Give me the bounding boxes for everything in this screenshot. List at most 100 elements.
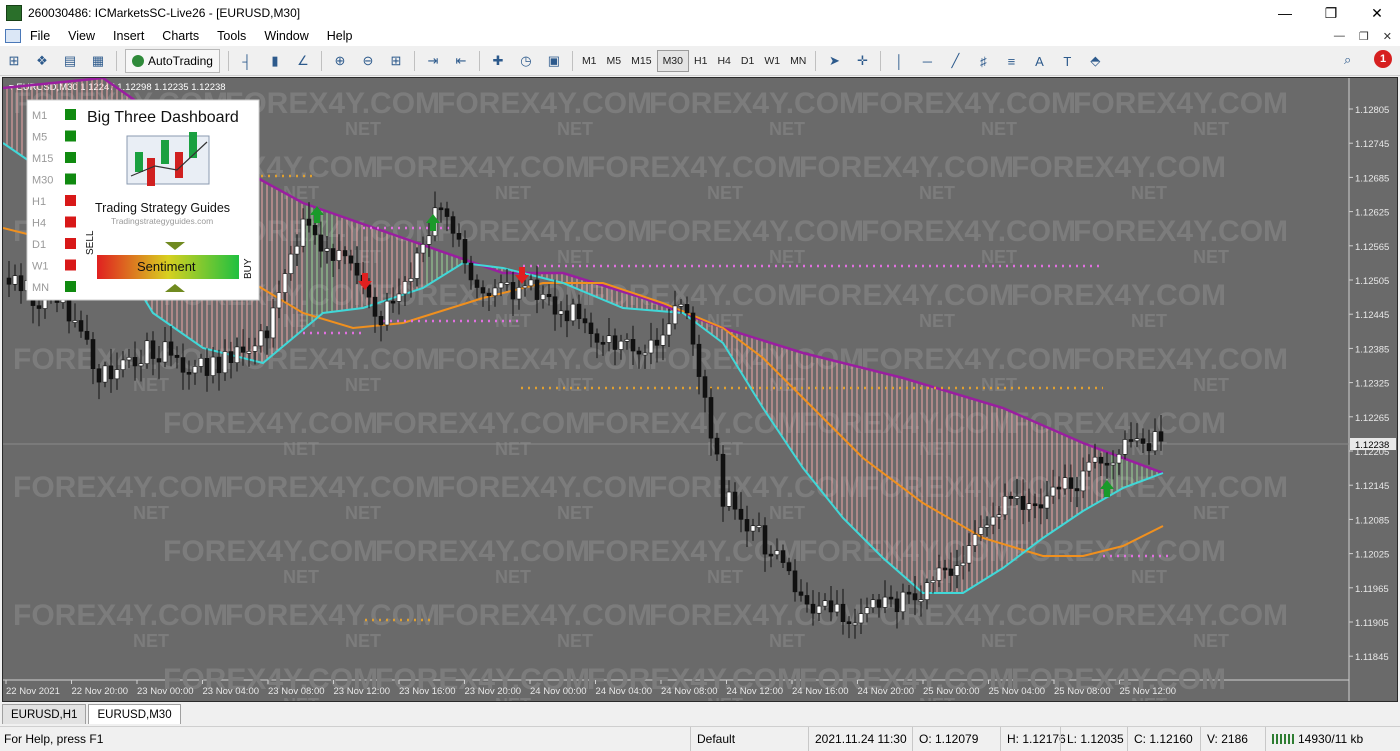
horizontal-line-icon[interactable]: ─: [916, 50, 938, 72]
bearish-candle: [894, 598, 900, 613]
time-tick-label: 25 Nov 00:00: [923, 686, 980, 697]
bearish-candle: [804, 595, 810, 605]
watermark-subtext: NET: [919, 311, 955, 331]
timeframe-h1[interactable]: H1: [689, 51, 712, 71]
price-chart[interactable]: FOREX4Y.COMNETFOREX4Y.COMNETFOREX4Y.COMN…: [3, 78, 1397, 701]
bullish-candle: [996, 514, 1002, 518]
buy-label: BUY: [243, 258, 254, 279]
price-tick-label: 1.12685: [1355, 173, 1389, 184]
watermark-subtext: NET: [1193, 375, 1229, 395]
zoom-in-icon[interactable]: ⊕: [329, 50, 351, 72]
dashboard-timeframe-label: H4: [32, 218, 46, 230]
bullish-candle: [144, 340, 150, 364]
status-open: O: 1.12079: [912, 727, 978, 751]
dashboard-signal-square: [65, 195, 76, 206]
close-button[interactable]: ✕: [1354, 0, 1400, 26]
crosshair-icon[interactable]: ✛: [851, 50, 873, 72]
notification-badge[interactable]: 1: [1374, 50, 1392, 68]
timeframe-mn[interactable]: MN: [785, 51, 811, 71]
dashboard-logo-bar: [147, 158, 155, 186]
watermark-subtext: NET: [557, 119, 593, 139]
bearish-candle: [582, 318, 588, 324]
menu-insert[interactable]: Insert: [104, 29, 153, 43]
periodicity-icon[interactable]: ◷: [515, 50, 537, 72]
bearish-candle: [78, 320, 84, 332]
chart-window-icon[interactable]: [5, 29, 21, 43]
child-window-controls: — ❐ ✕: [1334, 26, 1392, 46]
timeframe-w1[interactable]: W1: [759, 51, 785, 71]
timeframe-m30[interactable]: M30: [656, 50, 689, 72]
maximize-button[interactable]: ❐: [1308, 0, 1354, 26]
timeframe-d1[interactable]: D1: [736, 51, 759, 71]
menu-tools[interactable]: Tools: [208, 29, 255, 43]
dashboard-timeframe-label: M15: [32, 153, 53, 165]
watermark-subtext: NET: [495, 439, 531, 459]
bearish-candle: [588, 322, 594, 334]
text-label-icon[interactable]: T: [1056, 50, 1078, 72]
bar-chart-icon[interactable]: ┤: [236, 50, 258, 72]
chart-shift-icon[interactable]: ⇥: [422, 50, 444, 72]
arrows-icon[interactable]: ⬘: [1084, 50, 1106, 72]
status-close: C: 1.12160: [1127, 727, 1193, 751]
watermark-subtext: NET: [769, 503, 805, 523]
bullish-candle: [234, 346, 240, 363]
watermark-subtext: NET: [1131, 567, 1167, 587]
tab-eurusd-h1[interactable]: EURUSD,H1: [2, 704, 87, 724]
tile-windows-icon[interactable]: ⊞: [385, 50, 407, 72]
watermark-subtext: NET: [557, 503, 593, 523]
bearish-candle: [462, 239, 468, 264]
toolbar-separator: [227, 51, 229, 71]
watermark-text: FOREX4Y.COM: [799, 151, 1014, 184]
profiles-icon[interactable]: ❖: [31, 50, 53, 72]
templates-icon[interactable]: ▣: [543, 50, 565, 72]
menu-help[interactable]: Help: [318, 29, 362, 43]
cursor-icon[interactable]: ➤: [823, 50, 845, 72]
price-tick-label: 1.12445: [1355, 310, 1389, 321]
search-icon[interactable]: ⌕: [1344, 52, 1360, 68]
menu-file[interactable]: File: [21, 29, 59, 43]
new-chart-icon[interactable]: ⊞: [3, 50, 25, 72]
bearish-candle: [810, 603, 816, 614]
bullish-candle: [570, 303, 576, 322]
timeframe-m5[interactable]: M5: [602, 51, 627, 71]
watermark-subtext: NET: [345, 119, 381, 139]
watermark-subtext: NET: [1193, 119, 1229, 139]
market-watch-icon[interactable]: ▤: [59, 50, 81, 72]
menu-window[interactable]: Window: [255, 29, 317, 43]
dashboard-timeframe-label: D1: [32, 239, 46, 251]
zoom-out-icon[interactable]: ⊖: [357, 50, 379, 72]
bullish-candle: [954, 565, 960, 576]
line-chart-icon[interactable]: ∠: [292, 50, 314, 72]
watermark-subtext: NET: [1193, 631, 1229, 651]
timeframe-h4[interactable]: H4: [712, 51, 735, 71]
timeframe-m15[interactable]: M15: [626, 51, 656, 71]
bullish-candle: [966, 545, 972, 564]
bullish-candle: [666, 323, 672, 336]
candlestick-icon[interactable]: ▮: [264, 50, 286, 72]
status-high: H: 1.12176: [1000, 727, 1066, 751]
bearish-candle: [786, 562, 792, 572]
indicators-icon[interactable]: ✚: [487, 50, 509, 72]
time-tick-label: 22 Nov 2021: [6, 686, 60, 697]
child-close-button[interactable]: ✕: [1383, 30, 1392, 43]
navigator-icon[interactable]: ▦: [87, 50, 109, 72]
watermark-text: FOREX4Y.COM: [437, 215, 652, 248]
menu-view[interactable]: View: [59, 29, 104, 43]
vertical-line-icon[interactable]: │: [888, 50, 910, 72]
child-minimize-button[interactable]: —: [1334, 30, 1345, 42]
fibonacci-icon[interactable]: ♯: [972, 50, 994, 72]
bearish-candle: [348, 255, 354, 264]
text-icon[interactable]: A: [1028, 50, 1050, 72]
child-restore-button[interactable]: ❐: [1359, 30, 1369, 43]
trendline-icon[interactable]: ╱: [944, 50, 966, 72]
channel-icon[interactable]: ≡: [1000, 50, 1022, 72]
tab-eurusd-m30[interactable]: EURUSD,M30: [88, 704, 181, 724]
menu-charts[interactable]: Charts: [153, 29, 208, 43]
auto-scroll-icon[interactable]: ⇤: [450, 50, 472, 72]
bearish-candle: [6, 277, 12, 285]
autotrading-button[interactable]: AutoTrading: [125, 49, 220, 73]
minimize-button[interactable]: —: [1262, 0, 1308, 26]
bullish-candle: [270, 307, 276, 339]
timeframe-m1[interactable]: M1: [577, 51, 602, 71]
chart-window[interactable]: FOREX4Y.COM NET FOREX4Y.COM NET FOREX4Y.COM N…: [2, 77, 1398, 702]
